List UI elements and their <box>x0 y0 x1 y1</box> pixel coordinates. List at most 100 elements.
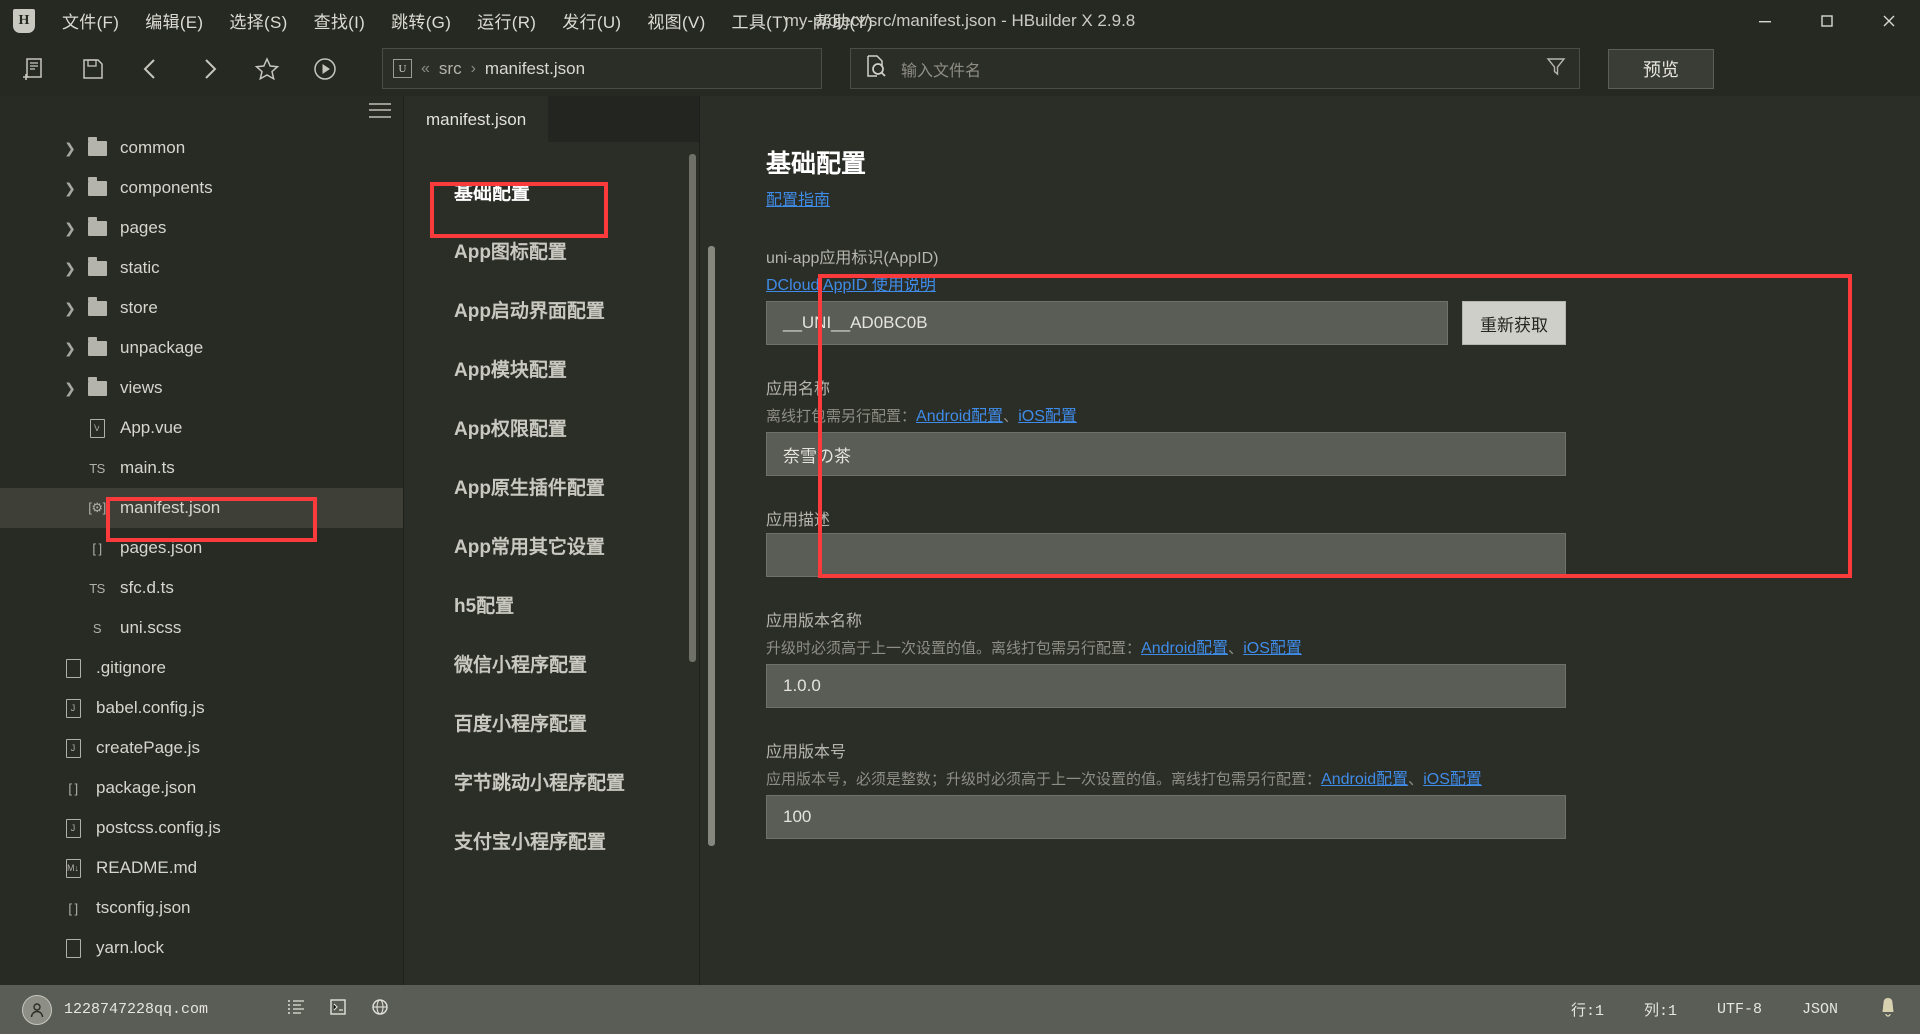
tree-item-pages[interactable]: ❯ pages <box>0 208 403 248</box>
editor-tabstrip: manifest.json <box>404 96 699 142</box>
tree-item-common[interactable]: ❯ common <box>0 128 403 168</box>
encoding-label[interactable]: UTF-8 <box>1717 1001 1762 1018</box>
bell-icon[interactable] <box>1878 996 1898 1023</box>
nav-item-0[interactable]: 基础配置 <box>404 162 699 221</box>
tree-item-app-vue[interactable]: V App.vue <box>0 408 403 448</box>
tree-item-store[interactable]: ❯ store <box>0 288 403 328</box>
appname-sublabel: 离线打包需另行配置：Android配置、iOS配置 <box>766 402 1566 426</box>
tree-item-manifest-json[interactable]: [⚙] manifest.json <box>0 488 403 528</box>
nav-item-11[interactable]: 支付宝小程序配置 <box>404 811 699 870</box>
menu-file[interactable]: 文件(F) <box>49 3 132 38</box>
dcloud-appid-link[interactable]: DCloud AppID 使用说明 <box>766 277 936 294</box>
appname-ios-link[interactable]: iOS配置 <box>1018 408 1077 425</box>
tree-item-unpackage[interactable]: ❯ unpackage <box>0 328 403 368</box>
nav-item-7[interactable]: h5配置 <box>404 575 699 634</box>
user-avatar-icon[interactable] <box>22 994 52 1025</box>
appversionname-input[interactable]: 1.0.0 <box>766 664 1566 708</box>
menu-find[interactable]: 查找(I) <box>301 3 379 38</box>
nav-item-8[interactable]: 微信小程序配置 <box>404 634 699 693</box>
chevron-right-icon[interactable]: ❯ <box>58 140 82 157</box>
nav-item-5[interactable]: App原生插件配置 <box>404 457 699 516</box>
chevron-right-icon[interactable]: ❯ <box>58 220 82 237</box>
nav-item-1[interactable]: App图标配置 <box>404 221 699 280</box>
chevron-right-icon[interactable]: ❯ <box>58 260 82 277</box>
tree-item-tsconfig-json[interactable]: [ ] tsconfig.json <box>0 888 403 928</box>
nav-scrollbar[interactable] <box>689 154 696 662</box>
breadcrumb-file[interactable]: manifest.json <box>485 59 585 79</box>
tree-item-postcss-config-js[interactable]: Jpostcss.config.js <box>0 808 403 848</box>
menu-help[interactable]: 帮助(Y) <box>802 3 886 38</box>
tree-item-pages-json[interactable]: [ ] pages.json <box>0 528 403 568</box>
chevron-right-icon[interactable]: ❯ <box>58 340 82 357</box>
appversioncode-input[interactable]: 100 <box>766 795 1566 839</box>
nav-item-2[interactable]: App启动界面配置 <box>404 280 699 339</box>
tree-item--gitignore[interactable]: .gitignore <box>0 648 403 688</box>
appdesc-input[interactable] <box>766 533 1566 577</box>
cursor-line[interactable]: 行:1 <box>1571 999 1604 1020</box>
search-input[interactable]: 输入文件名 <box>901 57 981 81</box>
chevron-right-icon[interactable]: ❯ <box>58 380 82 397</box>
appname-input[interactable]: 奈雪の茶 <box>766 432 1566 476</box>
appversionname-android-link[interactable]: Android配置 <box>1141 640 1228 657</box>
tab-manifest-json[interactable]: manifest.json <box>404 96 549 142</box>
run-icon[interactable] <box>302 49 348 89</box>
star-icon[interactable] <box>244 49 290 89</box>
globe-icon[interactable] <box>370 997 390 1022</box>
nav-item-3[interactable]: App模块配置 <box>404 339 699 398</box>
nav-item-9[interactable]: 百度小程序配置 <box>404 693 699 752</box>
appname-android-link[interactable]: Android配置 <box>916 408 1003 425</box>
cursor-column[interactable]: 列:1 <box>1644 999 1677 1020</box>
tree-item-package-json[interactable]: [ ] package.json <box>0 768 403 808</box>
nav-item-4[interactable]: App权限配置 <box>404 398 699 457</box>
filter-icon[interactable] <box>1545 55 1567 82</box>
tree-item-uni-scss[interactable]: Suni.scss <box>0 608 403 648</box>
maximize-button[interactable] <box>1796 0 1858 41</box>
tree-item-components[interactable]: ❯ components <box>0 168 403 208</box>
config-section-list[interactable]: 基础配置 App图标配置 App启动界面配置 App模块配置 App权限配置 App原生插… <box>404 142 699 985</box>
menu-select[interactable]: 选择(S) <box>216 3 300 38</box>
terminal-icon[interactable] <box>328 997 348 1022</box>
appversioncode-ios-link[interactable]: iOS配置 <box>1423 771 1482 788</box>
breadcrumb-folder[interactable]: src <box>439 59 462 79</box>
menu-tools[interactable]: 工具(T) <box>719 3 802 38</box>
back-arrow-icon[interactable] <box>128 49 174 89</box>
chevron-right-icon[interactable]: ❯ <box>58 300 82 317</box>
menu-publish[interactable]: 发行(U) <box>549 3 634 38</box>
new-file-icon[interactable] <box>12 49 58 89</box>
tree-item-readme-md[interactable]: M↓ README.md <box>0 848 403 888</box>
tree-item-yarn-lock[interactable]: yarn.lock <box>0 928 403 968</box>
menu-goto[interactable]: 跳转(G) <box>378 3 464 38</box>
breadcrumb[interactable]: U « src › manifest.json <box>382 48 822 89</box>
appname-field-group: 应用名称 离线打包需另行配置：Android配置、iOS配置 奈雪の茶 <box>766 375 1566 476</box>
appversioncode-android-link[interactable]: Android配置 <box>1321 771 1408 788</box>
hamburger-icon[interactable] <box>369 102 391 118</box>
appid-input[interactable]: __UNI__AD0BC0B <box>766 301 1448 345</box>
save-icon[interactable] <box>70 49 116 89</box>
config-guide-link[interactable]: 配置指南 <box>766 192 830 209</box>
tree-item-views[interactable]: ❯ views <box>0 368 403 408</box>
forward-arrow-icon[interactable] <box>186 49 232 89</box>
status-bar: 1228747228qq.com 行:1 列:1 UTF-8 JSON <box>0 985 1920 1034</box>
appversioncode-label: 应用版本号 <box>766 744 847 761</box>
chevron-right-icon[interactable]: ❯ <box>58 180 82 197</box>
nav-item-6[interactable]: App常用其它设置 <box>404 516 699 575</box>
menu-run[interactable]: 运行(R) <box>464 3 549 38</box>
tree-item-main-ts[interactable]: TS main.ts <box>0 448 403 488</box>
menu-view[interactable]: 视图(V) <box>634 3 718 38</box>
tree-item-sfc-d-ts[interactable]: TS sfc.d.ts <box>0 568 403 608</box>
preview-button[interactable]: 预览 <box>1608 48 1714 89</box>
file-search-box[interactable]: 输入文件名 <box>850 48 1580 89</box>
language-label[interactable]: JSON <box>1802 1001 1838 1018</box>
tree-item-babel-config-js[interactable]: Jbabel.config.js <box>0 688 403 728</box>
minimize-button[interactable] <box>1734 0 1796 41</box>
tree-item-static[interactable]: ❯ static <box>0 248 403 288</box>
tree-item-label: babel.config.js <box>96 698 205 717</box>
tree-item-createpage-js[interactable]: JcreatePage.js <box>0 728 403 768</box>
menu-edit[interactable]: 编辑(E) <box>132 3 216 38</box>
appid-refresh-button[interactable]: 重新获取 <box>1462 301 1566 345</box>
nav-item-10[interactable]: 字节跳动小程序配置 <box>404 752 699 811</box>
file-tree[interactable]: ❯ common ❯ components ❯ pages ❯ static ❯ store ❯ un… <box>0 124 403 985</box>
appversionname-ios-link[interactable]: iOS配置 <box>1243 640 1302 657</box>
outline-list-icon[interactable] <box>286 997 306 1022</box>
close-button[interactable] <box>1858 0 1920 41</box>
